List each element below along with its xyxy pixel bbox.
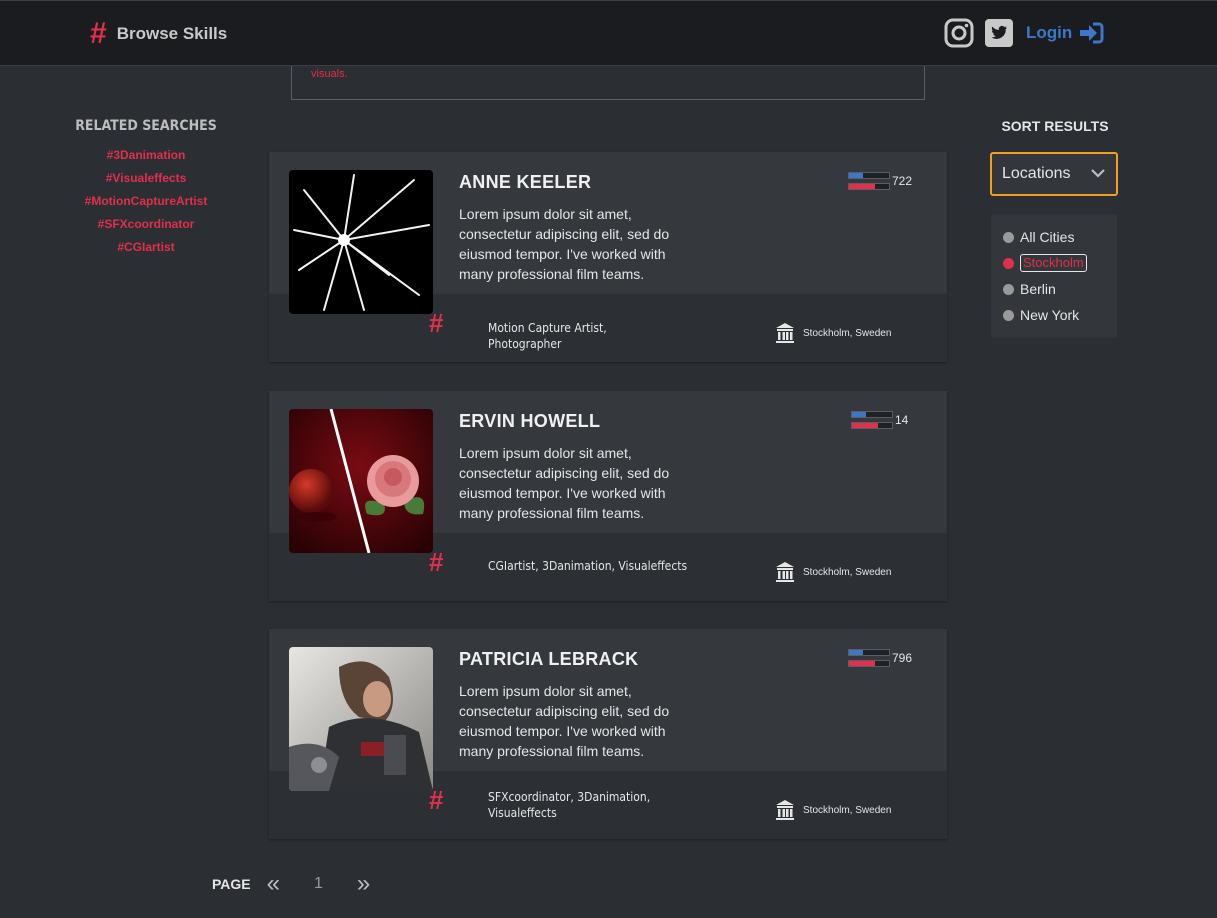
profile-bio: Lorem ipsum dolor sit amet, consectetur … [459,445,670,521]
location-label: Stockholm, Sweden [803,327,892,339]
profile-card[interactable]: ANNE KEELER Lorem ipsum dolor sit amet, … [269,152,947,362]
landmark-icon [776,562,794,582]
related-searches: RELATED SEARCHES #3Danimation #Visualeff… [60,118,232,259]
profile-photo[interactable] [289,170,433,314]
pagination: PAGE « 1 » [212,872,370,896]
profile-bio: Lorem ipsum dolor sit amet, consectetur … [459,206,670,282]
brand[interactable]: # Browse Skills [90,19,227,49]
related-tag-motioncaptureartist[interactable]: #MotionCaptureArtist [60,190,232,213]
related-tag-visualeffects[interactable]: #Visualeffects [60,167,232,190]
banner-text: visuals. [311,68,348,80]
rating-count: 722 [892,174,913,188]
hash-icon: # [90,17,107,50]
location-option-stockholm[interactable]: Stockholm [1003,250,1117,276]
profile-skills: CGIartist, 3Danimation, Visualeffects [488,559,688,573]
next-page-button[interactable]: » [357,872,370,896]
profile-name[interactable]: ANNE KEELER [459,172,591,193]
profile-card[interactable]: ERVIN HOWELL Lorem ipsum dolor sit amet,… [269,391,947,601]
profile-photo[interactable] [289,409,433,553]
sort-results-title: SORT RESULTS [1001,118,1109,134]
locations-dropdown-label: Locations [1002,165,1071,182]
profile-name[interactable]: ERVIN HOWELL [459,411,600,432]
social-links: Login [944,18,1104,48]
profile-name[interactable]: PATRICIA LEBRACK [459,649,638,670]
rating-bar-blue [848,172,890,179]
related-tag-3danimation[interactable]: #3Danimation [60,144,232,167]
rating-bar-blue [848,649,890,656]
related-tag-sfxcoordinator[interactable]: #SFXcoordinator [60,213,232,236]
profile-location: Stockholm, Sweden [775,799,891,821]
rating-bar-red [848,183,890,190]
location-option-label: Berlin [1020,281,1056,297]
login-button[interactable]: Login [1026,22,1104,44]
profile-bio: Lorem ipsum dolor sit amet, consectetur … [459,683,670,759]
current-page[interactable]: 1 [314,875,323,893]
profile-location: Stockholm, Sweden [775,322,891,344]
location-option-label: Stockholm [1020,254,1087,272]
location-label: Stockholm, Sweden [803,566,892,578]
rating-count: 14 [895,413,909,427]
login-label: Login [1026,23,1073,42]
rating-bar-red [851,422,893,429]
rating-bar-red [848,660,890,667]
profile-location: Stockholm, Sweden [775,561,891,583]
radio-dot-selected [1003,257,1014,269]
profile-photo[interactable] [289,647,433,791]
profile-skills: Motion Capture Artist, Photographer [488,321,607,351]
rating-meter: 722 [848,172,912,190]
radio-dot [1003,283,1014,295]
browse-skills-link[interactable]: Browse Skills [117,24,228,44]
location-options: All Cities Stockholm Berlin New York [991,214,1117,338]
landmark-icon [776,800,794,820]
rating-bar-blue [851,411,893,418]
sort-results: SORT RESULTS Locations All Cities Stockh… [990,118,1120,338]
related-tag-cgiartist[interactable]: #CGIartist [60,236,232,259]
location-option-all-cities[interactable]: All Cities [1003,224,1117,250]
rating-count: 796 [892,651,913,665]
twitter-icon[interactable] [984,18,1014,48]
prev-page-button[interactable]: « [267,872,280,896]
location-option-label: All Cities [1020,229,1075,245]
location-label: Stockholm, Sweden [803,804,892,816]
instagram-icon[interactable] [944,18,974,48]
locations-dropdown[interactable]: Locations [990,152,1118,196]
location-option-new-york[interactable]: New York [1003,302,1117,328]
location-option-berlin[interactable]: Berlin [1003,276,1117,302]
page-label: PAGE [212,876,251,892]
landmark-icon [776,323,794,343]
radio-dot [1003,309,1014,321]
chevron-down-icon [1090,165,1106,183]
top-navbar: # Browse Skills Login [0,0,1217,66]
location-option-label: New York [1020,307,1080,323]
radio-dot [1003,231,1014,243]
login-icon [1078,22,1104,44]
rating-meter: 796 [848,649,912,667]
rating-meter: 14 [851,411,908,429]
related-searches-title: RELATED SEARCHES [75,118,217,134]
profile-skills: SFXcoordinator, 3Danimation, Visualeffec… [488,790,651,820]
profile-card[interactable]: PATRICIA LEBRACK Lorem ipsum dolor sit a… [269,629,947,839]
